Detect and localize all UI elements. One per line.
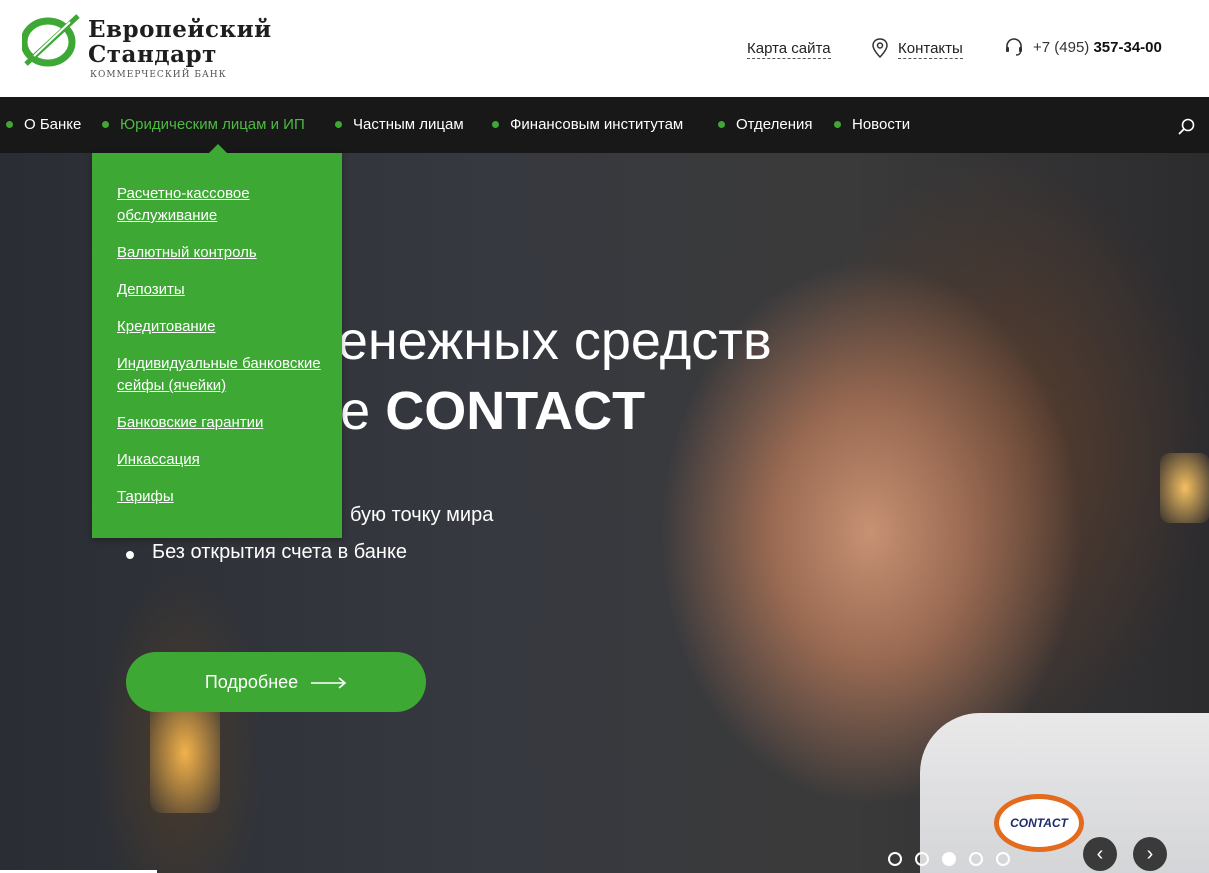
hero-bullet: Без открытия счета в банке (125, 541, 408, 563)
dropdown-item-tariffs[interactable]: Тарифы (117, 486, 342, 508)
slider-next-button[interactable]: › (1133, 837, 1167, 871)
more-button-label: Подробнее (204, 672, 299, 692)
nav-item-label: Отделения (736, 116, 813, 133)
nav-item-private[interactable]: Частным лицам (335, 97, 464, 153)
dropdown-item-currency-control[interactable]: Валютный контроль (117, 242, 342, 264)
nav-bullet-icon (718, 121, 725, 128)
phone-number[interactable]: +7 (495) 357-34-00 (1033, 39, 1162, 56)
business-dropdown-menu: Расчетно-кассовое обслуживание Валютный … (92, 144, 342, 538)
logo-name-line1: Европейский (88, 16, 272, 43)
logo-subtitle: КОММЕРЧЕСКИЙ БАНК (90, 70, 227, 80)
dropdown-item-deposits[interactable]: Депозиты (117, 279, 342, 301)
background-light (1160, 453, 1209, 523)
nav-item-label: Финансовым институтам (510, 116, 684, 133)
contact-logo-text: CONTACT (999, 799, 1079, 847)
sitemap-link[interactable]: Карта сайта (747, 40, 831, 59)
dropdown-item-collection[interactable]: Инкассация (117, 449, 342, 471)
nav-item-label: Новости (852, 116, 911, 133)
more-button[interactable]: Подробнее (126, 652, 426, 712)
headset-icon (1006, 38, 1022, 56)
slider-dot[interactable] (996, 852, 1010, 866)
hero-bullet: бую точку мира (350, 504, 494, 526)
nav-item-label: Юридическим лицам и ИП (120, 116, 305, 133)
nav-item-branches[interactable]: Отделения (718, 97, 813, 153)
nav-bullet-icon (335, 121, 342, 128)
bank-logo[interactable]: Европейский Стандарт КОММЕРЧЕСКИЙ БАНК (22, 12, 302, 84)
nav-item-news[interactable]: Новости (834, 97, 911, 153)
nav-item-label: О Банке (24, 116, 82, 133)
slider-prev-button[interactable]: ‹ (1083, 837, 1117, 871)
slider-dot[interactable] (969, 852, 983, 866)
location-pin-icon (872, 38, 888, 58)
hero-title-brand: CONTACT (385, 381, 646, 441)
phone-digits: 357-34-00 (1093, 39, 1162, 56)
nav-bullet-icon (834, 121, 841, 128)
nav-bullet-icon (6, 121, 13, 128)
dropdown-item-guarantees[interactable]: Банковские гарантии (117, 412, 342, 434)
slider-dot[interactable] (888, 852, 902, 866)
nav-bullet-icon (492, 121, 499, 128)
contact-partner-logo: CONTACT (994, 794, 1084, 852)
search-icon[interactable] (1176, 117, 1196, 137)
leaf-logo-icon (22, 14, 80, 67)
phone-prefix: +7 (495) (1033, 39, 1090, 56)
dropdown-item-lending[interactable]: Кредитование (117, 316, 342, 338)
arrow-right-icon (311, 677, 347, 689)
dropdown-item-safe-boxes[interactable]: Индивидуальные банковские сейфы (ячейки) (117, 353, 342, 397)
slider-dot-active[interactable] (942, 852, 956, 866)
nav-item-label: Частным лицам (353, 116, 464, 133)
nav-item-financial[interactable]: Финансовым институтам (492, 97, 684, 153)
main-nav: О Банке Юридическим лицам и ИП Частным л… (0, 97, 1209, 153)
site-header: Европейский Стандарт КОММЕРЧЕСКИЙ БАНК К… (0, 0, 1209, 97)
contacts-link[interactable]: Контакты (898, 40, 963, 59)
nav-bullet-icon (102, 121, 109, 128)
dropdown-caret (209, 144, 227, 153)
slider-dot[interactable] (915, 852, 929, 866)
nav-item-about[interactable]: О Банке (6, 97, 82, 153)
logo-name-line2: Стандарт (88, 41, 217, 68)
dropdown-item-cash-services[interactable]: Расчетно-кассовое обслуживание (117, 183, 342, 227)
